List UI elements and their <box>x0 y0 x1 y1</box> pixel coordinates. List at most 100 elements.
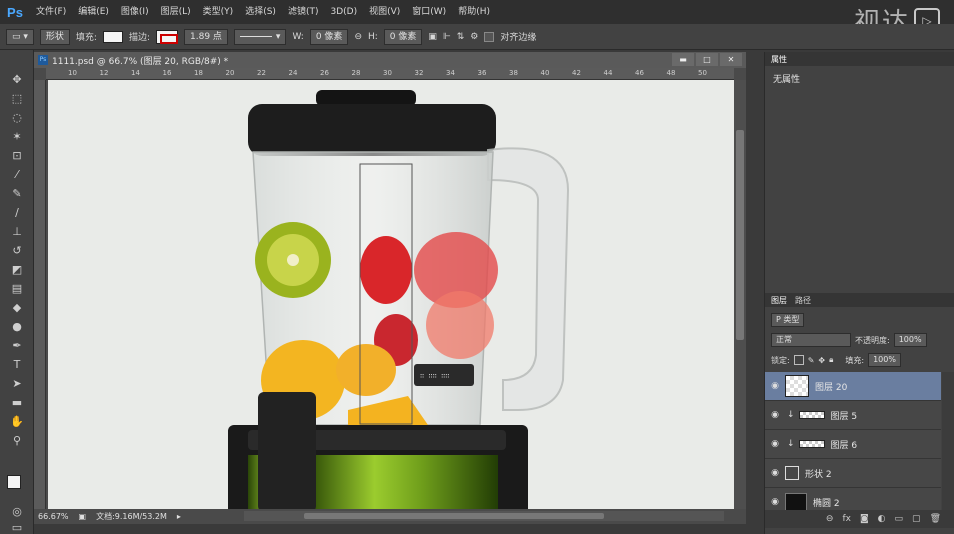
opacity-input[interactable]: 100% <box>893 333 927 347</box>
layers-scrollbar[interactable] <box>942 372 954 512</box>
share-icon[interactable]: ▣ <box>79 512 87 521</box>
minimize-button[interactable]: ▬ <box>672 53 694 66</box>
stroke-swatch[interactable] <box>156 29 178 44</box>
fx-icon[interactable]: fx <box>842 514 851 524</box>
layer-row[interactable]: ◉ ↓ 图层 5 <box>765 401 941 430</box>
layer-filter-select[interactable]: P 类型 <box>771 313 805 327</box>
tool-preset-picker[interactable]: ▭ ▾ <box>6 28 34 45</box>
adjustment-icon[interactable]: ◐ <box>878 514 886 524</box>
healing-brush-tool-icon[interactable]: ✎ <box>0 184 34 203</box>
folder-icon[interactable]: ▭ <box>895 514 904 524</box>
zoom-level[interactable]: 66.67% <box>38 512 69 521</box>
eye-icon[interactable]: ◉ <box>765 410 785 420</box>
lock-image-icon[interactable]: ✎ <box>808 356 815 365</box>
vertical-scrollbar[interactable] <box>734 80 746 510</box>
properties-body: 无属性 <box>765 66 954 291</box>
width-input[interactable]: 0 像素 <box>309 28 349 45</box>
stroke-width-input[interactable]: 1.89 点 <box>184 28 228 45</box>
eyedropper-tool-icon[interactable]: ⁄ <box>0 165 34 184</box>
eye-icon[interactable]: ◉ <box>765 468 785 478</box>
eye-icon[interactable]: ◉ <box>765 439 785 449</box>
lock-position-icon[interactable]: ✥ <box>818 356 825 365</box>
link-icon[interactable]: ⊖ <box>826 514 834 524</box>
history-brush-tool-icon[interactable]: ↺ <box>0 241 34 260</box>
svg-text:∷ ∷∷ ∷∷: ∷ ∷∷ ∷∷ <box>420 372 450 380</box>
layer-row[interactable]: ◉ 形状 2 <box>765 459 941 488</box>
status-menu-arrow-icon[interactable]: ▸ <box>177 512 181 521</box>
gradient-tool-icon[interactable]: ▤ <box>0 279 34 298</box>
menu-help[interactable]: 帮助(H) <box>452 0 496 24</box>
foreground-color[interactable] <box>7 475 21 489</box>
trash-icon[interactable]: 🗑︎ <box>930 514 941 524</box>
maximize-button[interactable]: □ <box>696 53 718 66</box>
menu-view[interactable]: 视图(V) <box>363 0 406 24</box>
blur-tool-icon[interactable]: ◆ <box>0 298 34 317</box>
menu-type[interactable]: 类型(Y) <box>197 0 240 24</box>
tab-paths[interactable]: 路径 <box>795 295 811 306</box>
magic-wand-tool-icon[interactable]: ✶ <box>0 127 34 146</box>
zoom-tool-icon[interactable]: ⚲ <box>0 431 34 450</box>
horizontal-scrollbar[interactable] <box>244 511 724 521</box>
menu-image[interactable]: 图像(I) <box>115 0 155 24</box>
document-tab[interactable]: Ps 1111.psd @ 66.7% (图层 20, RGB/8#) * ▬ … <box>34 52 746 68</box>
align-edges-checkbox[interactable] <box>484 31 495 42</box>
eraser-tool-icon[interactable]: ◩ <box>0 260 34 279</box>
hand-tool-icon[interactable]: ✋ <box>0 412 34 431</box>
canvas[interactable]: ∷ ∷∷ ∷∷ <box>48 80 734 509</box>
layers-list: ◉ 图层 20 ◉ ↓ 图层 5 ◉ ↓ 图层 6 ◉ 形状 2 ◉ 椭圆 2 <box>765 372 941 517</box>
path-alignment-icon[interactable]: ⊩ <box>443 32 451 42</box>
crop-tool-icon[interactable]: ⊡ <box>0 146 34 165</box>
ruler-mark: 18 <box>194 69 203 77</box>
clone-stamp-tool-icon[interactable]: ⊥ <box>0 222 34 241</box>
mask-icon[interactable]: ◙ <box>860 514 869 524</box>
fill-input[interactable]: 100% <box>868 353 901 367</box>
grapefruit <box>426 291 494 359</box>
ruler-mark: 44 <box>603 69 613 77</box>
menu-file[interactable]: 文件(F) <box>30 0 72 24</box>
link-icon[interactable]: ⊖ <box>354 32 362 42</box>
path-selection-tool-icon[interactable]: ➤ <box>0 374 34 393</box>
lock-all-icon[interactable]: 🔒︎ <box>829 355 833 365</box>
eye-icon[interactable]: ◉ <box>765 381 785 391</box>
move-tool-icon[interactable]: ✥ <box>0 70 34 89</box>
pen-tool-icon[interactable]: ✒ <box>0 336 34 355</box>
window-controls: ▬ □ ✕ <box>672 53 742 66</box>
tab-layers[interactable]: 图层 <box>771 295 787 306</box>
document-info[interactable]: 文档:9.16M/53.2M <box>96 511 167 522</box>
tab-properties[interactable]: 属性 <box>771 54 787 65</box>
color-swatches[interactable] <box>7 475 29 497</box>
shape-mode-select[interactable]: 形状 <box>39 28 70 45</box>
eye-icon[interactable]: ◉ <box>765 497 785 507</box>
menu-window[interactable]: 窗口(W) <box>406 0 452 24</box>
rectangle-tool-icon[interactable]: ▬ <box>0 393 34 412</box>
height-input[interactable]: 0 像素 <box>383 28 423 45</box>
properties-content: 无属性 <box>773 75 801 85</box>
screen-mode-icon[interactable]: ▭ <box>0 518 34 534</box>
stroke-style-select[interactable]: ▾ <box>233 28 287 45</box>
marquee-tool-icon[interactable]: ⬚ <box>0 89 34 108</box>
menu-3d[interactable]: 3D(D) <box>324 0 363 24</box>
lock-transparent-icon[interactable] <box>793 355 804 365</box>
layer-row[interactable]: ◉ 图层 20 <box>765 372 941 401</box>
menu-select[interactable]: 选择(S) <box>239 0 282 24</box>
fill-swatch[interactable] <box>102 30 123 43</box>
path-arrangement-icon[interactable]: ⇅ <box>457 32 465 42</box>
brush-tool-icon[interactable]: ∕ <box>0 203 34 222</box>
vertical-ruler[interactable] <box>34 80 46 512</box>
blender-artwork: ∷ ∷∷ ∷∷ <box>228 90 570 509</box>
new-layer-icon[interactable]: ▢ <box>912 514 921 524</box>
path-operations-icon[interactable]: ▣ <box>428 32 437 42</box>
dodge-tool-icon[interactable]: ● <box>0 317 34 336</box>
horizontal-ruler[interactable]: 10 12 14 16 18 20 22 24 26 28 30 32 34 36 38 40 42 44 46 48… <box>46 68 734 80</box>
close-button[interactable]: ✕ <box>720 53 742 66</box>
horizontal-scroll-thumb[interactable] <box>304 513 604 519</box>
menu-layer[interactable]: 图层(L) <box>155 0 197 24</box>
blend-mode-select[interactable]: 正常 <box>771 333 851 347</box>
menu-filter[interactable]: 滤镜(T) <box>282 0 325 24</box>
vertical-scroll-thumb[interactable] <box>736 130 744 340</box>
menu-edit[interactable]: 编辑(E) <box>72 0 115 24</box>
type-tool-icon[interactable]: T <box>0 355 34 374</box>
lasso-tool-icon[interactable]: ◌ <box>0 108 34 127</box>
layer-row[interactable]: ◉ ↓ 图层 6 <box>765 430 941 459</box>
gear-icon[interactable]: ⚙ <box>470 32 478 42</box>
